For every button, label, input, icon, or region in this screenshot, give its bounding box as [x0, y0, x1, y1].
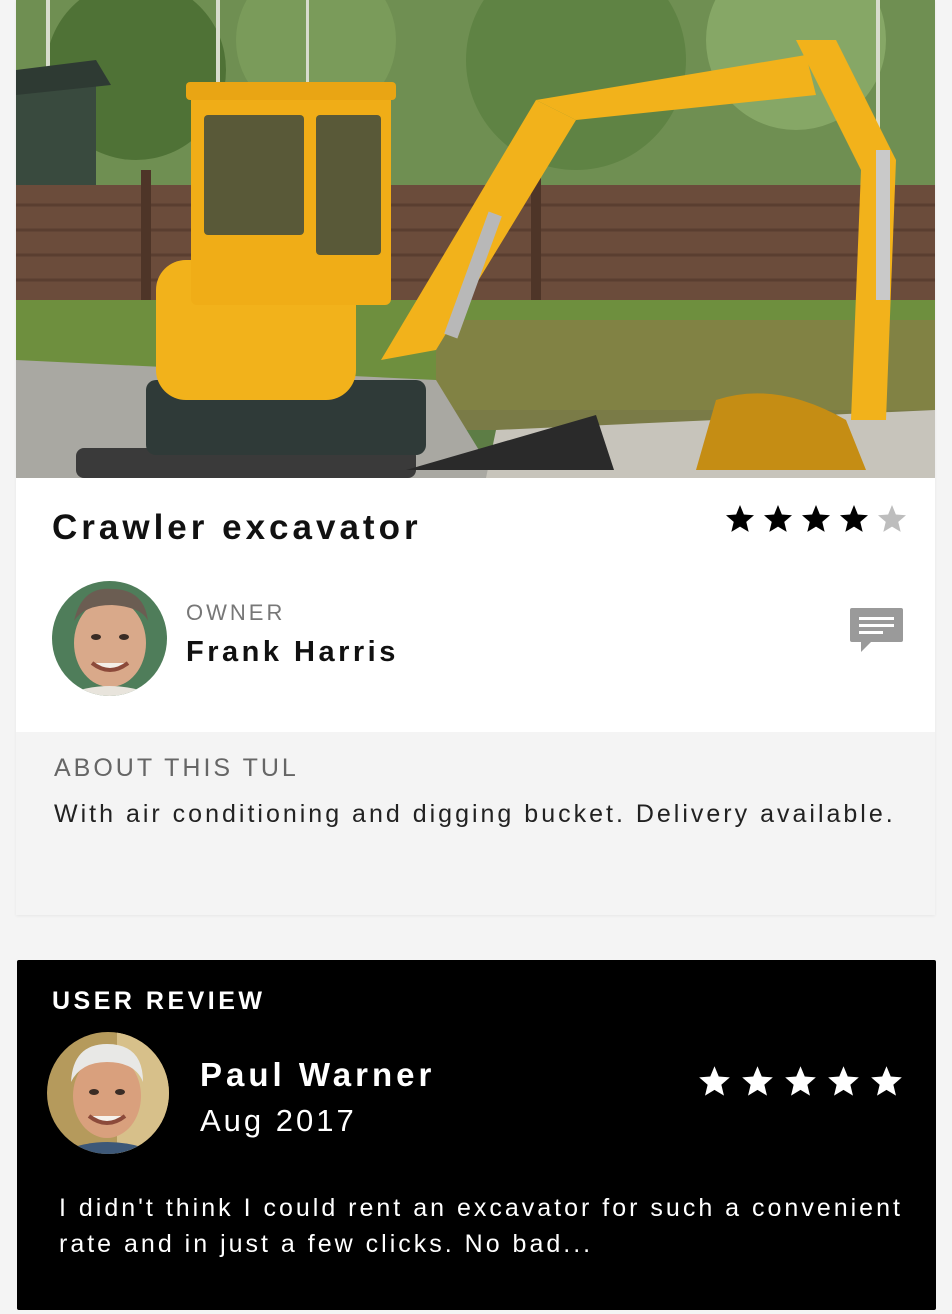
star-filled-icon	[828, 1066, 859, 1096]
listing-card: Crawler excavator OWNER Frank Harris ABO…	[16, 0, 935, 915]
review-text[interactable]: I didn't think I could rent an excavator…	[59, 1190, 909, 1262]
star-filled-icon	[726, 505, 754, 532]
review-rating	[697, 1064, 904, 1099]
owner-label: OWNER	[186, 600, 286, 625]
reviewer-avatar[interactable]	[47, 1032, 169, 1154]
review-date: Aug 2017	[200, 1103, 357, 1138]
star-filled-icon	[802, 505, 830, 532]
star-filled-icon	[742, 1066, 773, 1096]
listing-rating	[724, 503, 908, 535]
reviewer-name[interactable]: Paul Warner	[200, 1056, 435, 1094]
listing-photo	[16, 0, 935, 478]
star-filled-icon	[764, 505, 792, 532]
star-filled-icon	[840, 505, 868, 532]
about-section: ABOUT THIS TUL With air conditioning and…	[16, 732, 935, 915]
about-description: With air conditioning and digging bucket…	[54, 800, 896, 828]
star-empty-icon	[878, 505, 906, 532]
owner-name[interactable]: Frank Harris	[186, 636, 399, 669]
star-filled-icon	[871, 1066, 902, 1096]
star-filled-icon	[699, 1066, 730, 1096]
star-filled-icon	[785, 1066, 816, 1096]
review-heading: USER REVIEW	[52, 987, 266, 1015]
chat-bubble-icon[interactable]	[849, 606, 904, 656]
owner-avatar[interactable]	[52, 581, 167, 696]
about-heading: ABOUT THIS TUL	[54, 754, 299, 782]
user-review-card: USER REVIEW Paul Warner Aug 2017 I didn'…	[17, 960, 936, 1310]
listing-title: Crawler excavator	[52, 508, 422, 547]
